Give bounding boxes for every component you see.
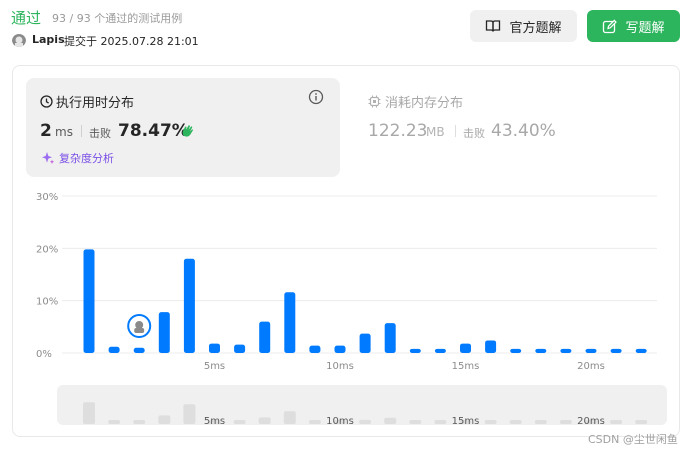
y-tick-label: 20% bbox=[36, 244, 58, 255]
mini-bar bbox=[610, 420, 623, 424]
y-tick-label: 0% bbox=[36, 349, 52, 360]
your-avatar-body bbox=[134, 328, 145, 333]
bar[interactable] bbox=[158, 312, 170, 353]
bar[interactable] bbox=[635, 348, 647, 353]
bar[interactable] bbox=[334, 345, 346, 353]
mini-bar bbox=[258, 417, 271, 424]
mini-bar bbox=[83, 402, 95, 424]
mini-bar bbox=[509, 420, 522, 424]
bar[interactable] bbox=[535, 348, 547, 353]
bar[interactable] bbox=[384, 323, 396, 353]
mini-bar bbox=[434, 420, 447, 424]
bar[interactable] bbox=[108, 346, 120, 353]
watermark: CSDN @尘世闲鱼 bbox=[588, 433, 678, 446]
mini-x-tick-label: 5ms bbox=[204, 416, 225, 427]
range-overview[interactable] bbox=[57, 385, 667, 425]
mini-bar bbox=[635, 420, 648, 424]
y-tick-label: 10% bbox=[36, 297, 58, 308]
mini-bar bbox=[158, 415, 171, 424]
x-tick-label: 20ms bbox=[577, 361, 605, 372]
bar[interactable] bbox=[510, 348, 522, 353]
mini-bar bbox=[183, 404, 196, 424]
mini-bar bbox=[359, 419, 372, 424]
x-tick-label: 15ms bbox=[452, 361, 480, 372]
mini-bar bbox=[409, 420, 422, 424]
bar[interactable] bbox=[259, 321, 271, 353]
bar[interactable] bbox=[460, 343, 471, 353]
bar[interactable] bbox=[434, 348, 446, 353]
bar[interactable] bbox=[485, 340, 497, 353]
mini-x-tick-label: 10ms bbox=[326, 416, 354, 427]
bar[interactable] bbox=[610, 348, 622, 353]
mini-bar bbox=[283, 411, 296, 424]
mini-bar bbox=[133, 420, 146, 424]
bar[interactable] bbox=[560, 348, 572, 353]
mini-x-tick-label: 15ms bbox=[452, 416, 480, 427]
y-tick-label: 30% bbox=[36, 192, 58, 203]
bar[interactable] bbox=[83, 249, 95, 353]
bar[interactable] bbox=[284, 292, 296, 353]
bar[interactable] bbox=[133, 347, 145, 353]
x-tick-label: 5ms bbox=[204, 361, 225, 372]
bar[interactable] bbox=[309, 345, 321, 353]
bar[interactable] bbox=[409, 348, 421, 353]
bar[interactable] bbox=[359, 333, 371, 353]
x-tick-label: 10ms bbox=[326, 361, 354, 372]
bar[interactable] bbox=[234, 344, 246, 353]
mini-x-tick-label: 20ms bbox=[577, 416, 605, 427]
mini-bar bbox=[484, 420, 497, 424]
bar[interactable] bbox=[585, 348, 597, 353]
mini-bar bbox=[384, 417, 397, 424]
mini-bar bbox=[108, 420, 121, 424]
runtime-distribution-chart: 0% 10% 20% 30% 5ms 10ms 15ms 20ms 5ms 10ms 15ms 20m… bbox=[36, 192, 667, 427]
mini-bar bbox=[233, 420, 246, 424]
bar[interactable] bbox=[209, 343, 220, 353]
mini-bar bbox=[559, 420, 572, 424]
mini-bar bbox=[534, 420, 547, 424]
mini-bar bbox=[308, 420, 321, 424]
your-avatar-head bbox=[135, 321, 144, 329]
bar[interactable] bbox=[183, 258, 195, 353]
